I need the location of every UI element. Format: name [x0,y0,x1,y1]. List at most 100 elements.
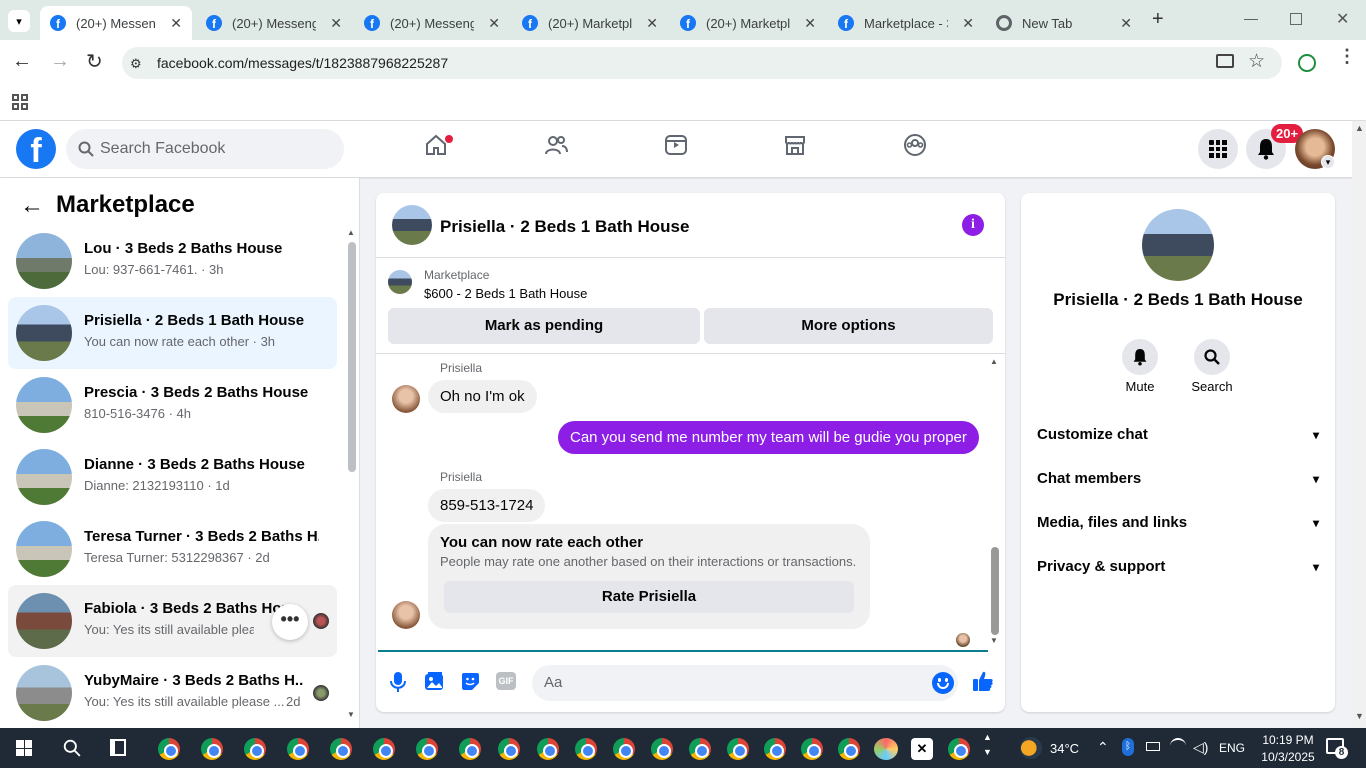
media-files-links-section[interactable]: Media, files and links ▾ [1037,514,1319,531]
scrollbar-thumb[interactable] [348,242,356,472]
mute-button[interactable] [1122,339,1158,375]
scroll-up-arrow-icon[interactable]: ▲ [1355,123,1364,133]
reload-icon[interactable]: ↻ [86,49,103,74]
chrome-taskbar-icon[interactable] [287,738,309,760]
gif-icon[interactable]: GIF [496,672,516,690]
back-arrow-icon[interactable]: ← [20,192,44,220]
close-tab-icon[interactable]: ✕ [962,15,974,32]
conversation-item[interactable]: Lou · 3 Beds 2 Baths House Lou: 937-661-… [8,225,337,297]
chrome-taskbar-icon[interactable] [244,738,266,760]
outgoing-message-bubble[interactable]: Can you send me number my team will be g… [558,421,979,454]
conversation-item[interactable]: YubyMaire · 3 Beds 2 Baths H... You: Yes… [8,657,337,729]
wifi-icon[interactable] [1170,738,1186,754]
incoming-message-bubble[interactable]: 859-513-1724 [428,489,546,522]
conversation-item-selected[interactable]: Prisiella · 2 Beds 1 Bath House You can … [8,297,337,369]
details-thumbnail[interactable] [1142,209,1214,281]
capcut-icon[interactable]: ✕ [911,738,933,760]
scroll-up-arrow-icon[interactable]: ▲ [990,357,998,366]
tab-messenger-1[interactable]: f (20+) Messenger ✕ [40,6,192,40]
scrollbar-thumb[interactable] [991,547,999,635]
marketplace-icon[interactable] [783,133,807,157]
microphone-icon[interactable] [388,671,408,693]
emoji-icon[interactable] [932,672,954,694]
volume-icon[interactable]: ◁) [1193,739,1208,756]
snipping-tool-icon[interactable] [874,738,898,760]
site-info-icon[interactable]: ⚙ [130,56,142,72]
clock-time[interactable]: 10:19 PM [1258,733,1318,747]
customize-chat-section[interactable]: Customize chat ▾ [1037,426,1319,443]
watch-icon[interactable] [664,133,688,157]
chat-scrollbar[interactable]: ▲ ▼ [988,357,1002,647]
sender-avatar[interactable] [392,385,420,413]
facebook-logo-icon[interactable]: f [16,129,56,169]
taskbar-search-icon[interactable] [63,739,81,757]
tab-marketplace-3[interactable]: f Marketplace - 3 ✕ [828,6,984,40]
windows-start-icon[interactable] [16,740,32,756]
chrome-taskbar-icon[interactable] [764,738,786,760]
chrome-taskbar-icon[interactable] [498,738,520,760]
taskbar-overflow-icon[interactable]: ▲ ▼ [983,730,992,760]
address-bar[interactable]: ⚙ facebook.com/messages/t/18238879682252… [122,47,1282,79]
tab-search-icon[interactable]: ▾ [8,10,30,32]
mark-as-pending-button[interactable]: Mark as pending [388,308,700,344]
profile-icon[interactable] [1298,54,1316,72]
search-facebook-input[interactable]: Search Facebook [66,129,344,169]
weather-icon[interactable] [1020,737,1042,759]
close-window-icon[interactable]: ✕ [1336,9,1349,29]
listing-thumbnail[interactable] [388,270,412,294]
conversation-list-scrollbar[interactable]: ▲ ▼ [346,228,358,719]
account-chevron-icon[interactable]: ▾ [1321,155,1335,169]
search-conversation-button[interactable] [1194,339,1230,375]
input-language[interactable]: ENG [1219,741,1245,755]
chrome-menu-icon[interactable]: ⋮ [1338,47,1356,65]
tab-messenger-2[interactable]: f (20+) Messenger ✕ [196,6,352,40]
listing-price-title[interactable]: $600 - 2 Beds 1 Bath House [424,286,587,301]
privacy-support-section[interactable]: Privacy & support ▾ [1037,558,1319,575]
chrome-taskbar-icon[interactable] [727,738,749,760]
rate-user-button[interactable]: Rate Prisiella [444,581,854,613]
tab-new-tab[interactable]: New Tab ✕ [986,6,1142,40]
restore-icon[interactable] [1290,13,1302,25]
sender-avatar[interactable] [392,601,420,629]
conversation-item[interactable]: Prescia · 3 Beds 2 Baths House 810-516-3… [8,369,337,441]
scroll-up-arrow-icon[interactable]: ▲ [347,228,355,237]
conversation-item[interactable]: Teresa Turner · 3 Beds 2 Baths H... Tere… [8,513,337,585]
bookmark-star-icon[interactable]: ☆ [1248,50,1265,73]
back-icon[interactable]: ← [12,50,32,73]
more-options-button[interactable]: More options [704,308,993,344]
chrome-taskbar-icon[interactable] [948,738,970,760]
chrome-taskbar-icon[interactable] [459,738,481,760]
conversation-item[interactable]: Fabiola · 3 Beds 2 Baths Hous You: Yes i… [8,585,337,657]
chrome-taskbar-icon[interactable] [330,738,352,760]
close-tab-icon[interactable]: ✕ [330,15,342,32]
chrome-taskbar-icon[interactable] [373,738,395,760]
bluetooth-icon[interactable]: ᛒ [1122,738,1134,756]
incoming-message-bubble[interactable]: Oh no I'm ok [428,380,537,413]
chrome-taskbar-icon[interactable] [416,738,438,760]
close-tab-icon[interactable]: ✕ [646,15,658,32]
tab-marketplace-2[interactable]: f (20+) Marketplace ✕ [670,6,826,40]
tab-marketplace-1[interactable]: f (20+) Marketplace ✕ [512,6,668,40]
chat-title[interactable]: Prisiella · 2 Beds 1 Bath House [440,217,689,237]
minimize-icon[interactable]: — [1244,10,1258,26]
chrome-taskbar-icon[interactable] [201,738,223,760]
chrome-taskbar-icon[interactable] [537,738,559,760]
chrome-taskbar-icon[interactable] [838,738,860,760]
forward-icon[interactable]: → [50,50,70,73]
conversation-item[interactable]: Dianne · 3 Beds 2 Baths House Dianne: 21… [8,441,337,513]
menu-grid-button[interactable] [1198,129,1238,169]
sticker-icon[interactable] [460,671,480,691]
close-tab-icon[interactable]: ✕ [170,15,182,32]
chrome-taskbar-icon[interactable] [689,738,711,760]
photo-icon[interactable] [424,671,444,691]
battery-icon[interactable] [1146,742,1160,751]
chrome-taskbar-icon[interactable] [575,738,597,760]
chrome-taskbar-icon[interactable] [613,738,635,760]
chrome-taskbar-icon[interactable] [158,738,180,760]
close-tab-icon[interactable]: ✕ [1120,15,1132,32]
thumbs-up-icon[interactable] [972,670,994,692]
friends-icon[interactable] [544,133,568,157]
groups-icon[interactable] [903,133,927,157]
page-scrollbar[interactable]: ▲ ▼ [1352,121,1366,728]
message-input[interactable]: Aa [532,665,958,701]
